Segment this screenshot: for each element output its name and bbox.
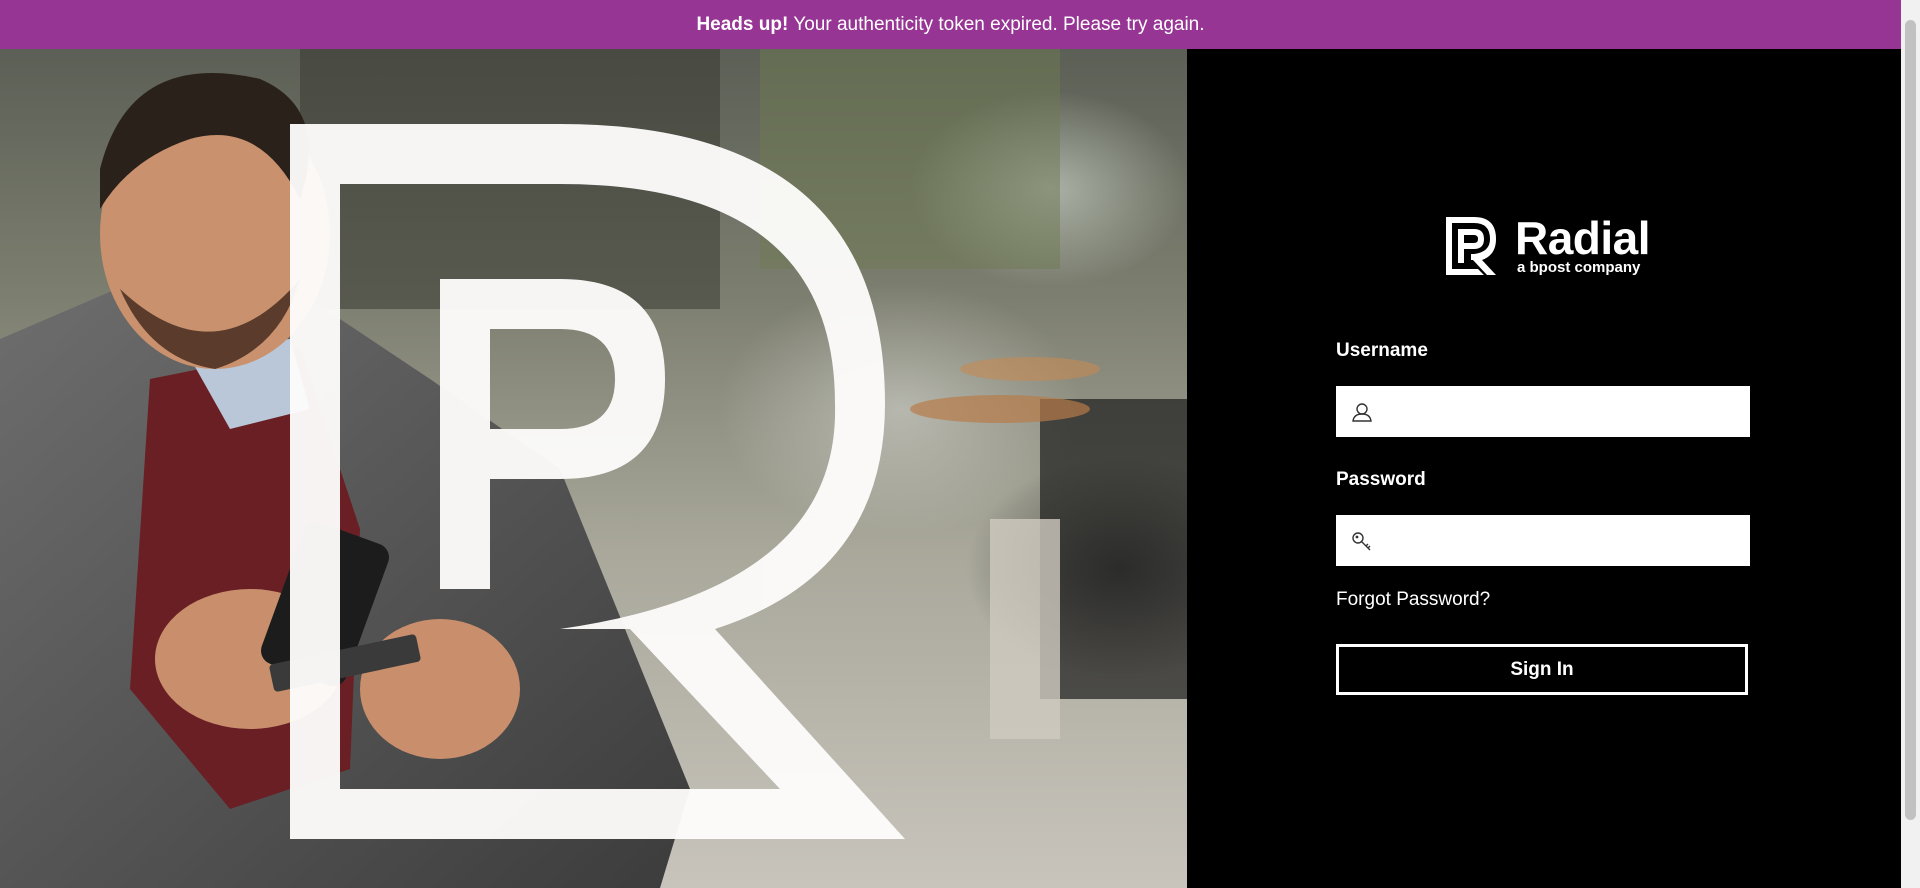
radial-logo: Radial a bpost company [1444, 212, 1651, 277]
key-icon [1352, 531, 1371, 550]
radial-r-logo-icon [1446, 217, 1496, 275]
login-panel: Radial a bpost company Username Password… [1187, 49, 1901, 888]
forgot-password-link[interactable]: Forgot Password? [1336, 589, 1490, 611]
username-input[interactable] [1383, 390, 1748, 433]
hero-photo [0, 49, 1187, 888]
username-field[interactable] [1336, 386, 1750, 437]
password-field[interactable] [1336, 515, 1750, 566]
brand-tagline: a bpost company [1517, 259, 1641, 276]
alert-heading: Heads up! [696, 13, 789, 35]
sign-in-button[interactable]: Sign In [1336, 644, 1748, 695]
password-label: Password [1336, 469, 1426, 490]
user-icon [1352, 402, 1372, 422]
password-input[interactable] [1383, 519, 1748, 562]
alert-message: Your authenticity token expired. Please … [793, 13, 1205, 35]
page-scrollbar[interactable] [1901, 0, 1920, 888]
scrollbar-thumb[interactable] [1905, 20, 1916, 820]
alert-banner: Heads up! Your authenticity token expire… [0, 0, 1901, 49]
brand-name: Radial [1515, 212, 1651, 264]
username-label: Username [1336, 340, 1428, 361]
